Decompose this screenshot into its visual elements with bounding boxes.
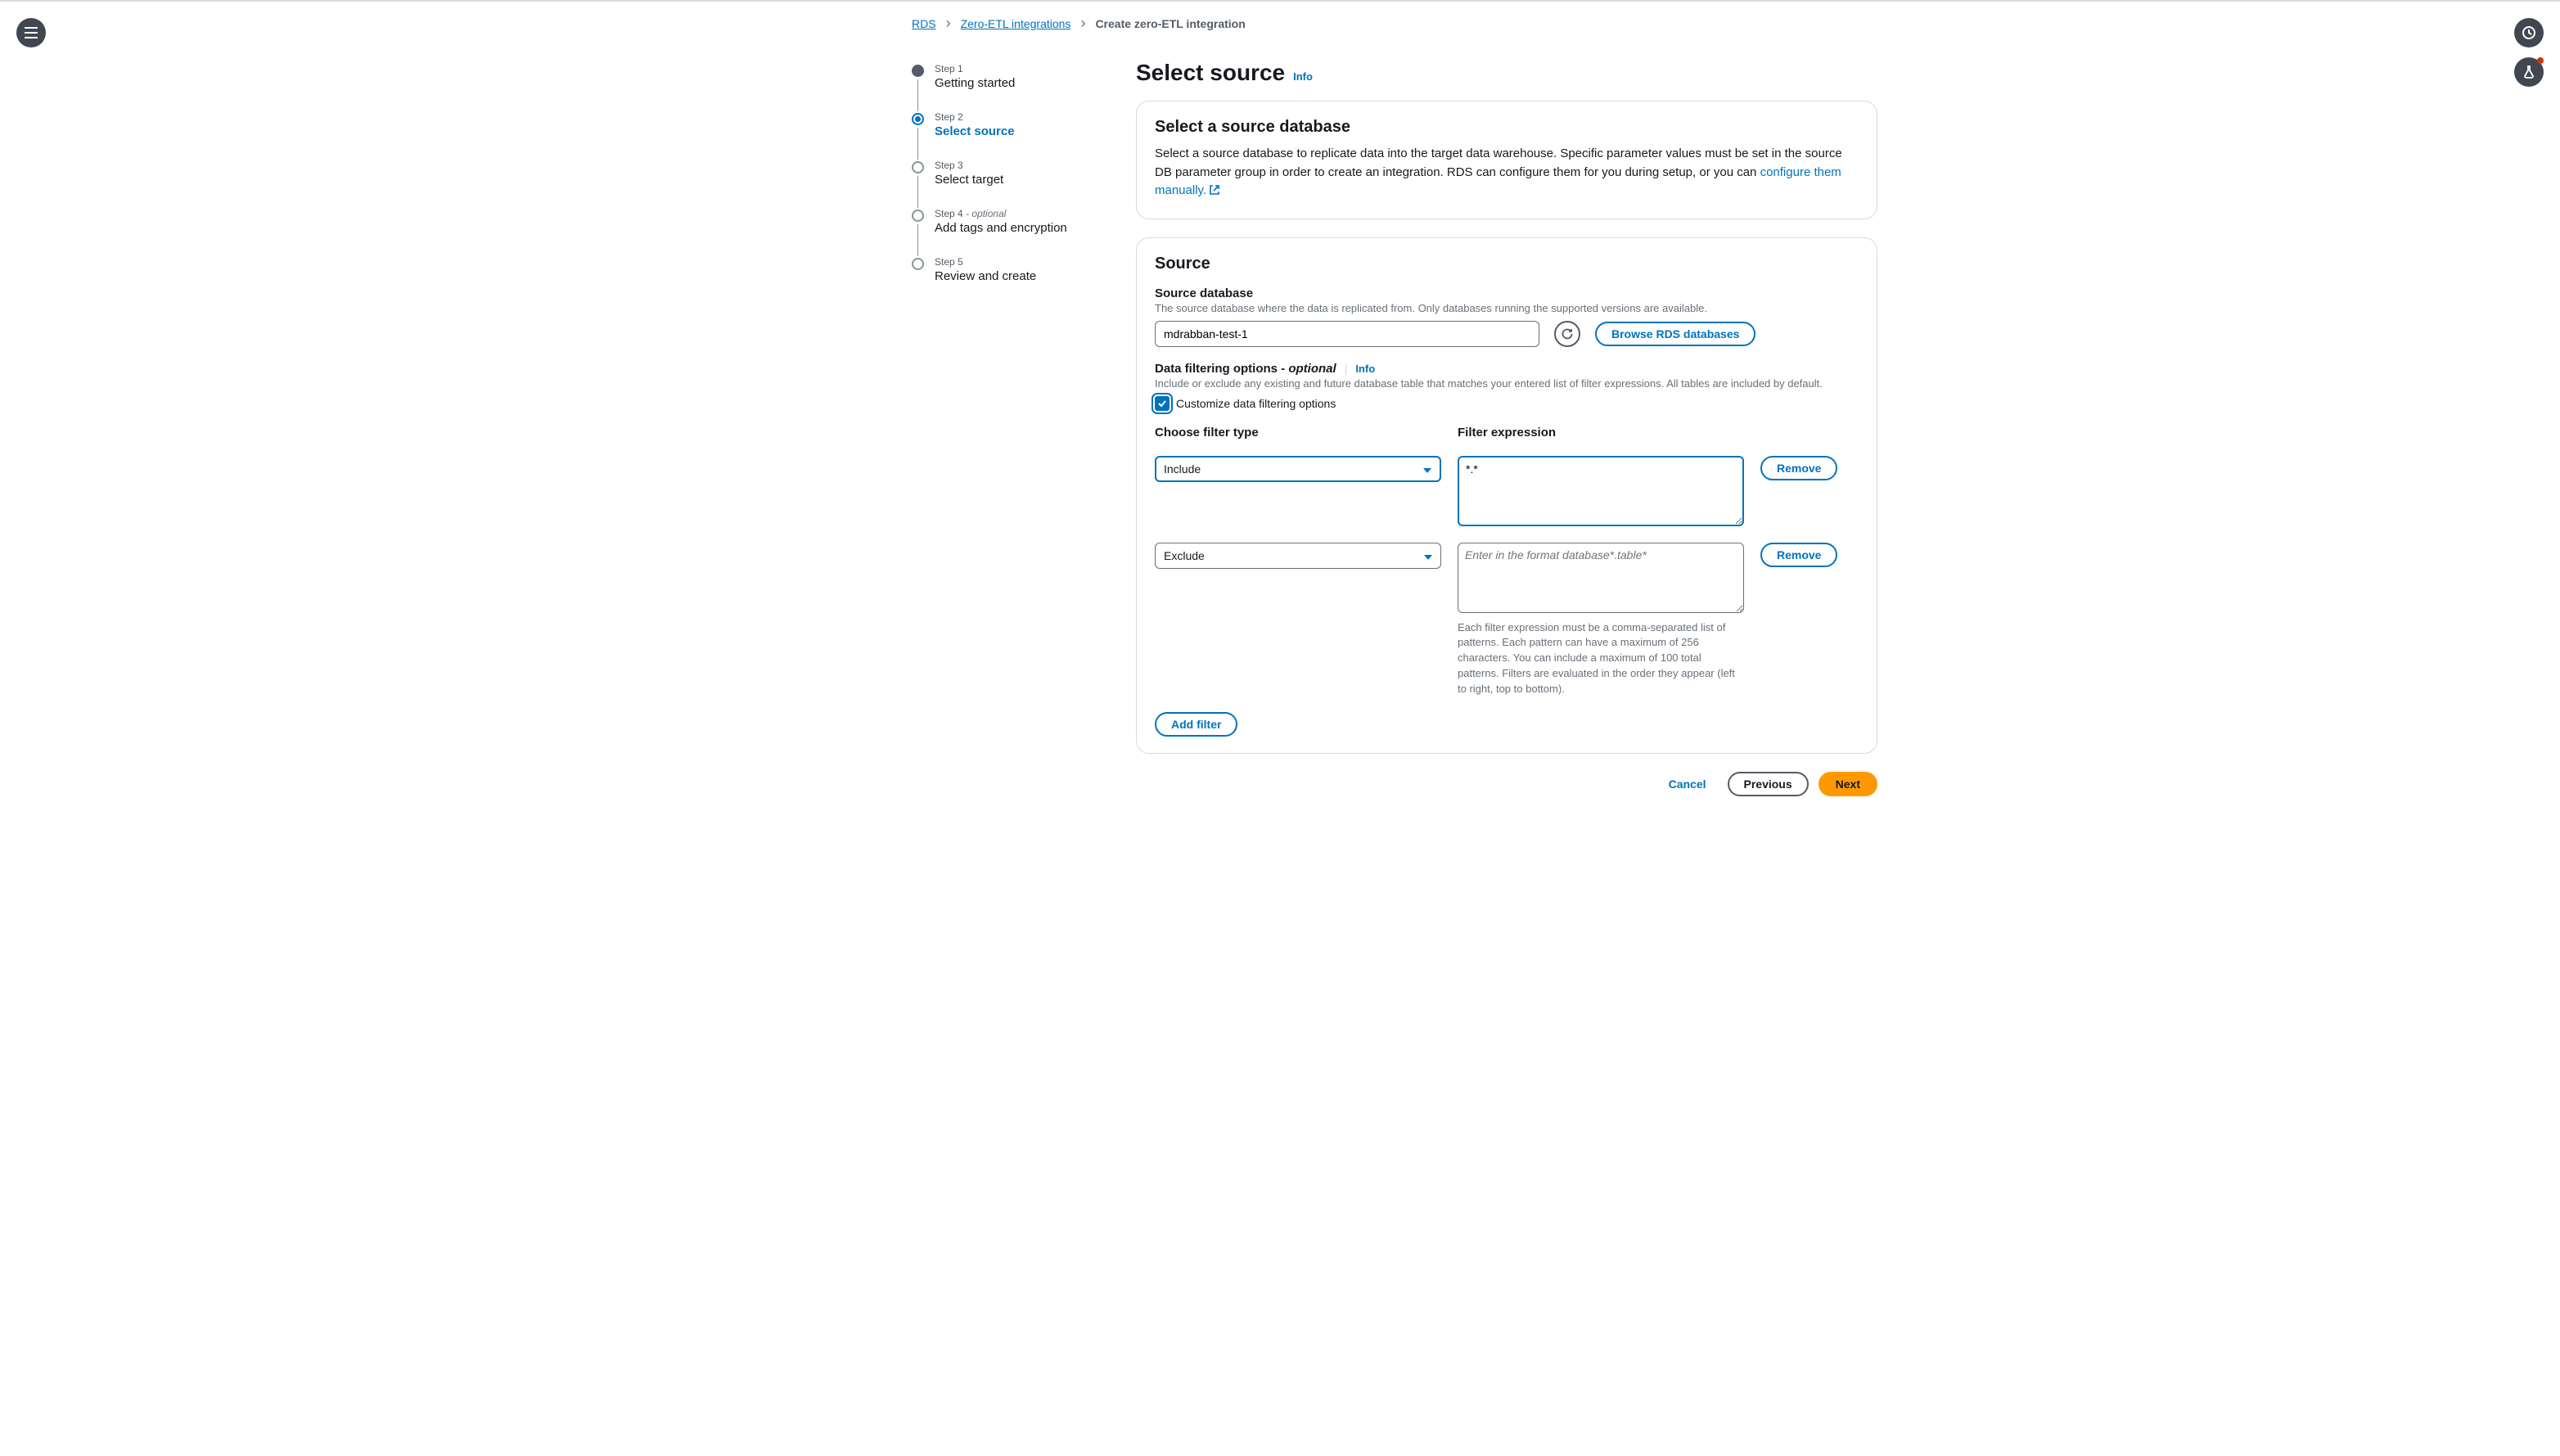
step-circle-icon [912, 65, 924, 77]
previous-button[interactable]: Previous [1728, 772, 1809, 796]
step-circle-icon [912, 113, 924, 125]
filter-expr-col-label: Filter expression [1458, 426, 1744, 440]
filter-options-hint: Include or exclude any existing and futu… [1155, 377, 1859, 390]
breadcrumb-current: Create zero-ETL integration [1095, 17, 1245, 30]
filter-expr-input-1[interactable] [1458, 543, 1744, 613]
info-link[interactable]: Info [1293, 70, 1313, 83]
caret-down-icon [1424, 549, 1432, 562]
filter-expr-input-0[interactable]: *.* [1458, 456, 1744, 526]
step-1[interactable]: Step 1 Getting started [912, 63, 1103, 111]
source-panel: Source Source database The source databa… [1136, 237, 1877, 754]
filter-type-select-1[interactable]: Exclude [1155, 543, 1441, 569]
clock-icon [2522, 25, 2536, 40]
step-num: Step 2 [935, 111, 1103, 123]
wizard-actions: Cancel Previous Next [1136, 772, 1877, 796]
notification-dot [2537, 57, 2544, 64]
step-num: Step 3 [935, 160, 1103, 171]
chevron-right-icon: › [946, 15, 951, 32]
filter-expr-hint: Each filter expression must be a comma-s… [1458, 620, 1744, 697]
next-button[interactable]: Next [1819, 772, 1877, 796]
page-title: Select source [1136, 60, 1285, 86]
step-circle-icon [912, 210, 924, 222]
step-num: Step 5 [935, 256, 1103, 268]
step-label: Select target [935, 171, 1103, 187]
chevron-right-icon: › [1080, 15, 1085, 32]
panel-title: Source [1155, 255, 1859, 273]
hamburger-icon [25, 27, 38, 38]
breadcrumb-zero-etl[interactable]: Zero-ETL integrations [961, 17, 1071, 30]
step-circle-icon [912, 258, 924, 270]
step-4[interactable]: Step 4 - optional Add tags and encryptio… [912, 208, 1103, 256]
customize-filtering-checkbox[interactable] [1155, 396, 1170, 411]
step-label: Add tags and encryption [935, 219, 1103, 235]
filter-options-label: Data filtering options - optional [1155, 362, 1336, 376]
step-num: Step 1 [935, 63, 1103, 74]
cancel-button[interactable]: Cancel [1657, 772, 1718, 796]
step-3[interactable]: Step 3 Select target [912, 160, 1103, 208]
remove-filter-button-0[interactable]: Remove [1760, 456, 1837, 480]
breadcrumb: RDS › Zero-ETL integrations › Create zer… [912, 15, 1877, 38]
breadcrumb-rds[interactable]: RDS [912, 17, 936, 30]
hamburger-menu-button[interactable] [16, 18, 46, 47]
step-label: Getting started [935, 74, 1103, 90]
filter-info-link[interactable]: Info [1355, 363, 1375, 375]
caret-down-icon [1423, 462, 1431, 476]
browse-rds-button[interactable]: Browse RDS databases [1595, 322, 1755, 346]
step-label: Review and create [935, 268, 1103, 283]
wizard-steps: Step 1 Getting started Step 2 Select sou… [912, 38, 1103, 796]
panel-title: Select a source database [1155, 118, 1859, 137]
step-5[interactable]: Step 5 Review and create [912, 256, 1103, 304]
source-db-hint: The source database where the data is re… [1155, 302, 1859, 314]
flask-icon [2522, 65, 2536, 79]
step-circle-icon [912, 161, 924, 174]
refresh-button[interactable] [1554, 321, 1580, 347]
remove-filter-button-1[interactable]: Remove [1760, 543, 1837, 567]
source-db-label: Source database [1155, 286, 1859, 300]
lab-button[interactable] [2514, 57, 2544, 87]
clock-button[interactable] [2514, 18, 2544, 47]
panel-desc: Select a source database to replicate da… [1155, 145, 1859, 202]
refresh-icon [1561, 327, 1574, 340]
check-icon [1157, 399, 1167, 408]
step-num: Step 4 - optional [935, 208, 1103, 219]
checkbox-label: Customize data filtering options [1176, 397, 1336, 410]
step-label: Select source [935, 123, 1103, 138]
step-2[interactable]: Step 2 Select source [912, 111, 1103, 160]
select-source-panel: Select a source database Select a source… [1136, 101, 1877, 219]
external-link-icon [1209, 183, 1220, 202]
add-filter-button[interactable]: Add filter [1155, 712, 1237, 737]
filter-type-col-label: Choose filter type [1155, 426, 1441, 440]
filter-type-select-0[interactable]: Include [1155, 456, 1441, 482]
source-db-input[interactable] [1155, 321, 1539, 347]
